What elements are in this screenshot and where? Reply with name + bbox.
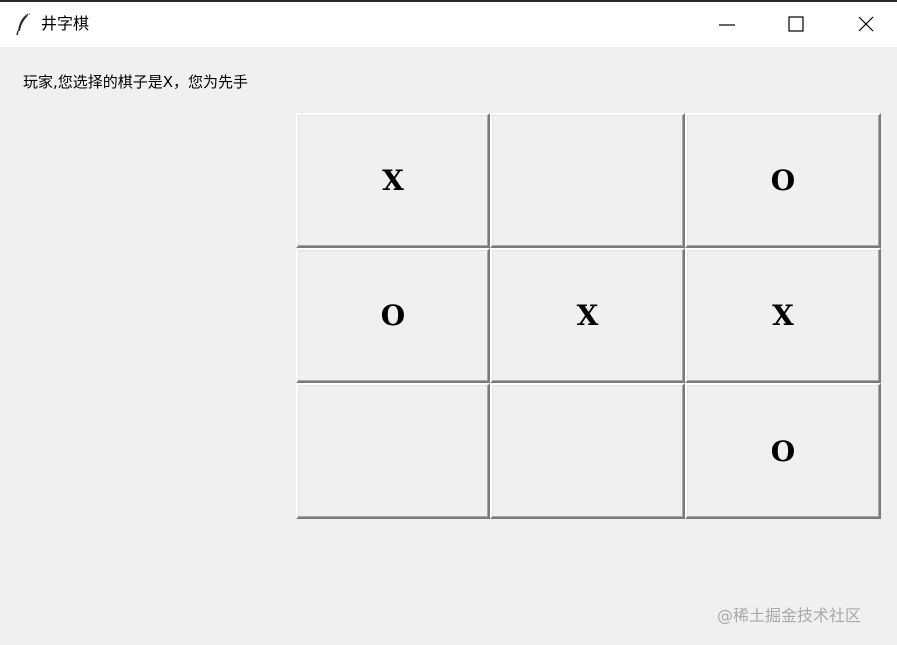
board-cell-1[interactable]: X: [296, 113, 490, 248]
board-cell-7[interactable]: [296, 383, 490, 519]
app-window: 井字棋 玩家,您选择的棋子是X，您为先手 X O O X X O @稀土掘金技术…: [0, 0, 897, 645]
feather-icon: [15, 12, 33, 36]
title-bar[interactable]: 井字棋: [0, 2, 897, 47]
maximize-icon: [788, 16, 804, 32]
board-cell-9[interactable]: O: [685, 383, 881, 519]
window-title: 井字棋: [41, 14, 90, 33]
maximize-button[interactable]: [766, 2, 826, 47]
status-label: 玩家,您选择的棋子是X，您为先手: [23, 73, 249, 91]
minimize-button[interactable]: [697, 2, 757, 47]
board-cell-8[interactable]: [490, 383, 685, 519]
board-cell-4[interactable]: O: [296, 248, 490, 383]
game-board: X O O X X O: [296, 113, 881, 519]
board-cell-3[interactable]: O: [685, 113, 881, 248]
watermark: @稀土掘金技术社区: [717, 606, 862, 625]
close-icon: [858, 16, 874, 32]
board-cell-2[interactable]: [490, 113, 685, 248]
board-cell-6[interactable]: X: [685, 248, 881, 383]
minimize-icon: [719, 24, 735, 26]
board-cell-5[interactable]: X: [490, 248, 685, 383]
close-button[interactable]: [836, 2, 896, 47]
